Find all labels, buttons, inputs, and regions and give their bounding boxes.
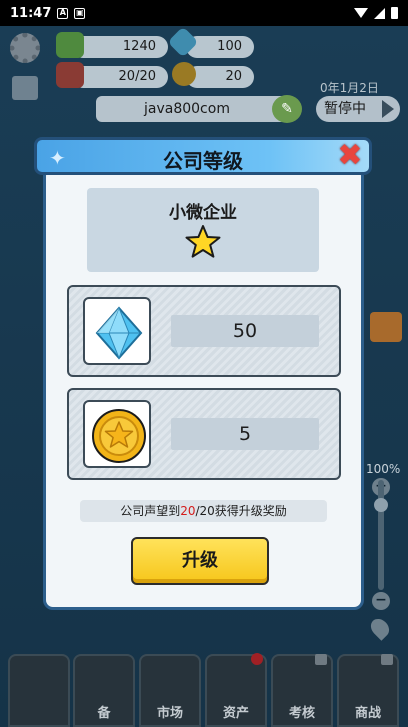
reward-row-diamond: 50 bbox=[67, 285, 341, 377]
status-bar: 11:47 A ▣ bbox=[0, 0, 408, 26]
close-button[interactable]: ✖ bbox=[337, 141, 363, 171]
star-icon bbox=[185, 225, 221, 258]
reward-value: 50 bbox=[171, 315, 319, 347]
reward-row-coin: 5 bbox=[67, 388, 341, 480]
reputation-requirement: 公司声望到20/20获得升级奖励 bbox=[80, 500, 327, 522]
reward-icon-frame bbox=[83, 400, 151, 468]
notification-screen-icon: ▣ bbox=[74, 7, 86, 19]
reputation-current: 20 bbox=[180, 504, 196, 518]
upgrade-button[interactable]: 升级 bbox=[131, 537, 269, 585]
reward-icon-frame bbox=[83, 297, 151, 365]
clock: 11:47 bbox=[10, 5, 52, 21]
reward-value: 5 bbox=[171, 418, 319, 450]
battery-icon bbox=[391, 7, 398, 19]
reputation-suffix: /20获得升级奖励 bbox=[195, 504, 287, 518]
tier-panel: 小微企业 bbox=[87, 188, 319, 272]
system-icons bbox=[354, 7, 398, 19]
coin-icon bbox=[92, 409, 146, 463]
reputation-prefix: 公司声望到 bbox=[120, 504, 181, 518]
tier-name: 小微企业 bbox=[169, 203, 237, 223]
diamond-icon bbox=[95, 306, 143, 360]
dialog-title: 公司等级 bbox=[163, 149, 243, 173]
dialog-header: ✦ 公司等级 ✖ bbox=[34, 137, 372, 175]
wifi-icon bbox=[354, 8, 368, 18]
notification-a-icon: A bbox=[57, 7, 69, 19]
signal-icon bbox=[374, 7, 385, 19]
